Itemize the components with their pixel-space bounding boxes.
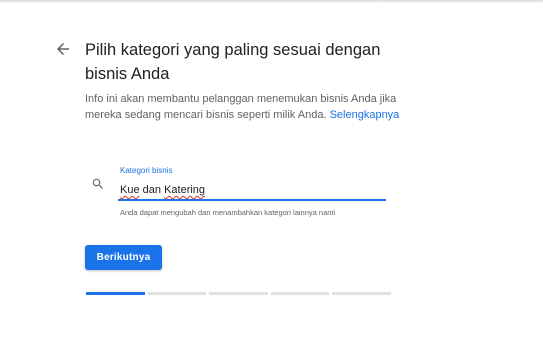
arrow-left-icon (57, 43, 69, 55)
category-input[interactable] (118, 181, 386, 201)
category-field-label: Kategori bisnis (120, 166, 173, 175)
next-button[interactable]: Berikutnya (85, 245, 162, 270)
page: Pilih kategori yang paling sesuai dengan… (0, 0, 543, 338)
back-button[interactable] (54, 40, 72, 58)
top-shadow (0, 0, 543, 3)
progress-step-2 (147, 292, 207, 295)
search-icon (91, 177, 105, 191)
page-title: Pilih kategori yang paling sesuai dengan… (85, 41, 381, 83)
progress-step-1 (86, 292, 145, 295)
progress-step-5 (332, 292, 391, 295)
progress-bar (86, 292, 391, 295)
progress-step-3 (209, 292, 268, 295)
category-helper-text: Anda dapat mengubah dan menambahkan kate… (120, 208, 336, 217)
progress-step-4 (270, 292, 330, 295)
description: Info ini akan membantu pelanggan menemuk… (85, 92, 405, 123)
category-field: Kategori bisnis Kue dan Katering (118, 166, 386, 202)
learn-more-link[interactable]: Selengkapnya (330, 109, 400, 121)
